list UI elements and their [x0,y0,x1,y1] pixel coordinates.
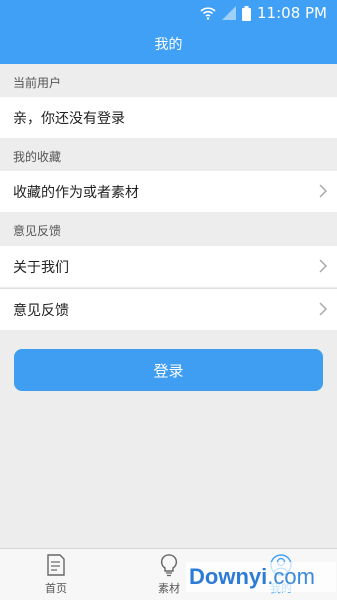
battery-icon [242,5,252,21]
current-user-row[interactable]: 亲，你还没有登录 [0,97,337,138]
about-us-row[interactable]: 关于我们 [0,246,337,287]
downyi-watermark: Downyi .com [186,562,336,592]
watermark-brand: Downyi [189,564,268,589]
section-header-favorites: 我的收藏 [13,150,62,164]
about-us-label: 关于我们 [13,259,69,276]
section-header-current-user: 当前用户 [13,76,62,90]
tab-materials-label: 素材 [158,582,180,595]
home-doc-icon [47,554,65,576]
chevron-right-icon [319,259,328,273]
chevron-right-icon [319,302,328,316]
top-app-bar: 11:08 PM 我的 [0,0,337,64]
status-bar: 11:08 PM [0,0,337,26]
signal-icon [222,6,237,20]
login-button[interactable]: 登录 [14,349,323,391]
status-time: 11:08 PM [257,4,327,22]
chevron-right-icon [319,184,328,198]
section-header-feedback: 意见反馈 [13,224,62,238]
feedback-label: 意见反馈 [13,302,69,319]
feedback-row[interactable]: 意见反馈 [0,289,337,330]
tab-home-label: 首页 [45,582,67,595]
current-user-label: 亲，你还没有登录 [13,110,125,127]
favorites-label: 收藏的作为或者素材 [13,184,139,201]
watermark-suffix: .com [267,564,315,589]
wifi-icon [200,7,216,20]
page-title: 我的 [154,37,183,53]
tab-home[interactable]: 首页 [26,553,86,599]
lightbulb-icon [160,554,178,577]
favorites-row[interactable]: 收藏的作为或者素材 [0,171,337,212]
